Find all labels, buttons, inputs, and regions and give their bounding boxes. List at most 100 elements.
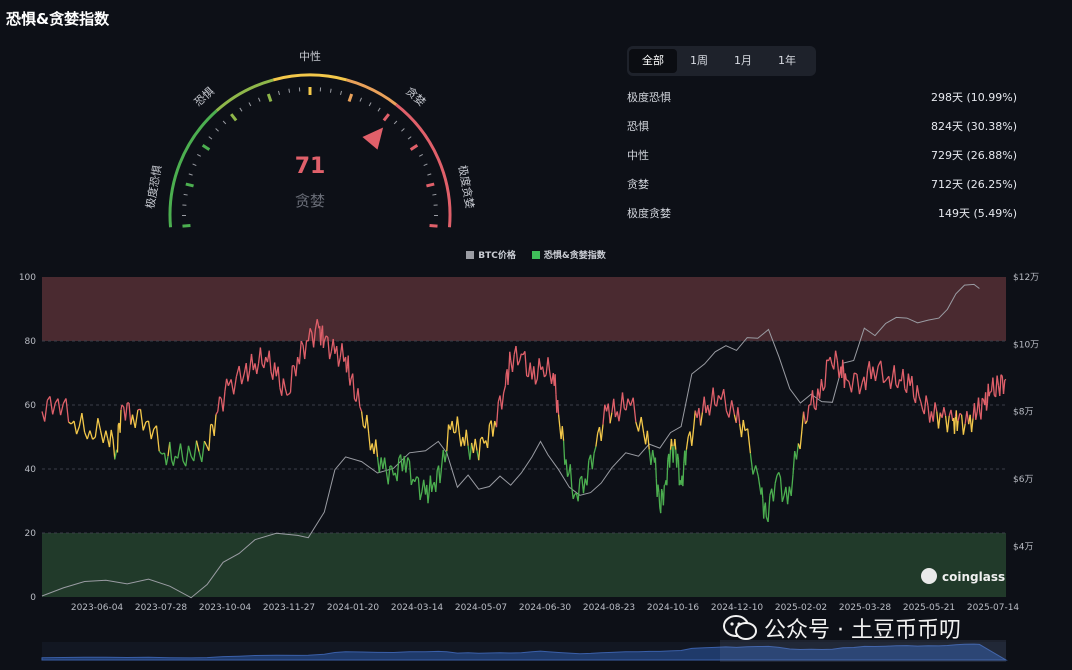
fng-line-segment <box>341 343 345 362</box>
fng-line-segment <box>988 392 991 397</box>
fng-line-segment <box>504 374 507 386</box>
gauge-arc-segment <box>346 78 398 106</box>
fng-line-segment <box>259 347 263 365</box>
fng-line-segment <box>844 373 847 380</box>
fng-line-segment <box>1002 379 1006 395</box>
fng-line-segment <box>618 408 622 422</box>
fng-line-segment <box>834 350 838 361</box>
fng-line-segment <box>781 495 785 502</box>
fng-line-segment <box>417 477 421 501</box>
fng-line-segment <box>89 430 94 440</box>
fng-line-segment <box>217 396 221 412</box>
x-tick-label: 2023-06-04 <box>71 603 124 613</box>
fng-line-segment <box>956 420 959 431</box>
gauge-tick <box>257 97 261 102</box>
legend-item-btc[interactable]: BTC价格 <box>466 248 516 261</box>
fng-line-segment <box>763 505 766 519</box>
fng-line-segment <box>999 374 1002 397</box>
fng-line-segment <box>842 359 845 370</box>
fng-line-segment <box>565 459 569 477</box>
tab-all[interactable]: 全部 <box>629 49 677 73</box>
fng-line-segment <box>786 486 791 505</box>
fng-line-segment <box>740 419 744 438</box>
fng-line-segment <box>336 346 340 367</box>
fng-line-segment <box>281 378 285 396</box>
fng-line-segment <box>215 411 219 415</box>
tab-1-week[interactable]: 1周 <box>677 49 721 73</box>
gauge-label: 极度恐惧 <box>143 164 165 210</box>
fng-line-segment <box>602 404 606 425</box>
fng-line-segment <box>465 429 469 446</box>
gauge-label: 中性 <box>299 49 321 63</box>
fng-line-segment <box>383 457 388 472</box>
watermark-text: 公众号 · 土豆币币叨 <box>764 618 961 643</box>
fng-line-segment <box>635 421 640 432</box>
y-right-tick-label: $4万 <box>1013 542 1033 552</box>
y-left-tick-label: 0 <box>30 593 36 603</box>
fng-line-segment <box>937 412 941 429</box>
fng-line-segment <box>268 350 272 372</box>
fng-line-segment <box>970 418 974 433</box>
fear-greed-gauge: 极度恐惧恐惧中性贪婪极度贪婪 71 贪婪 <box>143 49 477 228</box>
page-title: 恐惧&贪婪指数 <box>6 10 110 28</box>
fng-line-segment <box>150 428 155 440</box>
fng-line-segment <box>872 366 877 382</box>
x-tick-label: 2023-11-27 <box>263 603 315 613</box>
gauge-label: 恐惧 <box>191 84 217 109</box>
fng-line-segment <box>666 459 669 486</box>
fng-line-segment <box>677 459 680 486</box>
fng-line-segment <box>772 483 776 502</box>
gauge-tick <box>426 182 435 188</box>
gauge-tick <box>340 90 342 95</box>
fng-line-segment <box>880 360 885 383</box>
coinglass-logo: coinglass <box>921 568 1005 584</box>
fng-line-segment <box>481 436 485 444</box>
fng-line-segment <box>44 400 48 422</box>
fng-line-segment <box>804 420 808 425</box>
fng-line-segment <box>761 487 764 499</box>
fng-line-segment <box>502 385 507 394</box>
fng-line-segment <box>577 478 581 502</box>
fng-line-segment <box>637 416 642 432</box>
y-left-tick-label: 40 <box>25 465 37 475</box>
fng-line-segment <box>799 431 803 450</box>
fng-line-segment <box>625 398 629 411</box>
fng-line-segment <box>295 356 299 377</box>
gauge-tick <box>418 153 423 157</box>
fng-line-segment <box>451 420 455 433</box>
fng-line-segment <box>640 416 645 434</box>
tab-1-year[interactable]: 1年 <box>765 49 809 73</box>
fng-line-segment <box>94 418 99 438</box>
gauge-arc-segment <box>215 78 274 112</box>
fng-line-segment <box>158 450 163 455</box>
fng-line-segment <box>600 424 604 441</box>
fng-line-segment <box>277 366 281 388</box>
fng-line-segment <box>795 443 799 460</box>
fng-line-segment <box>790 474 794 497</box>
fng-line-segment <box>684 449 688 466</box>
fng-line-segment <box>822 386 826 391</box>
fng-line-segment <box>547 357 551 372</box>
fng-line-segment <box>509 351 512 361</box>
fng-line-segment <box>660 488 664 493</box>
legend-item-fng[interactable]: 恐惧&贪婪指数 <box>531 248 606 261</box>
tab-1-month[interactable]: 1月 <box>721 49 765 73</box>
stat-label: 中性 <box>627 148 649 162</box>
gauge-tick <box>230 113 238 122</box>
fng-line-segment <box>75 426 80 435</box>
fng-line-segment <box>670 438 673 447</box>
fng-line-segment <box>193 440 198 462</box>
gauge-tick <box>407 136 412 140</box>
legend-label: BTC价格 <box>478 251 516 261</box>
fng-line-segment <box>195 440 200 452</box>
fng-line-segment <box>893 365 897 385</box>
fng-line-segment <box>86 430 91 440</box>
fng-line-segment <box>238 365 243 385</box>
fng-line-segment <box>233 376 238 395</box>
fng-line-segment <box>368 433 372 451</box>
fng-line-segment <box>731 400 736 415</box>
fng-line-segment <box>114 449 118 460</box>
fear-greed-chart[interactable]: 0 20 40 60 80 100 $4万 $6万 $8万 $10万 $12万 2023-06-0… <box>0 262 1072 670</box>
gauge-tick <box>188 173 193 176</box>
y-left-tick-label: 80 <box>25 337 37 347</box>
